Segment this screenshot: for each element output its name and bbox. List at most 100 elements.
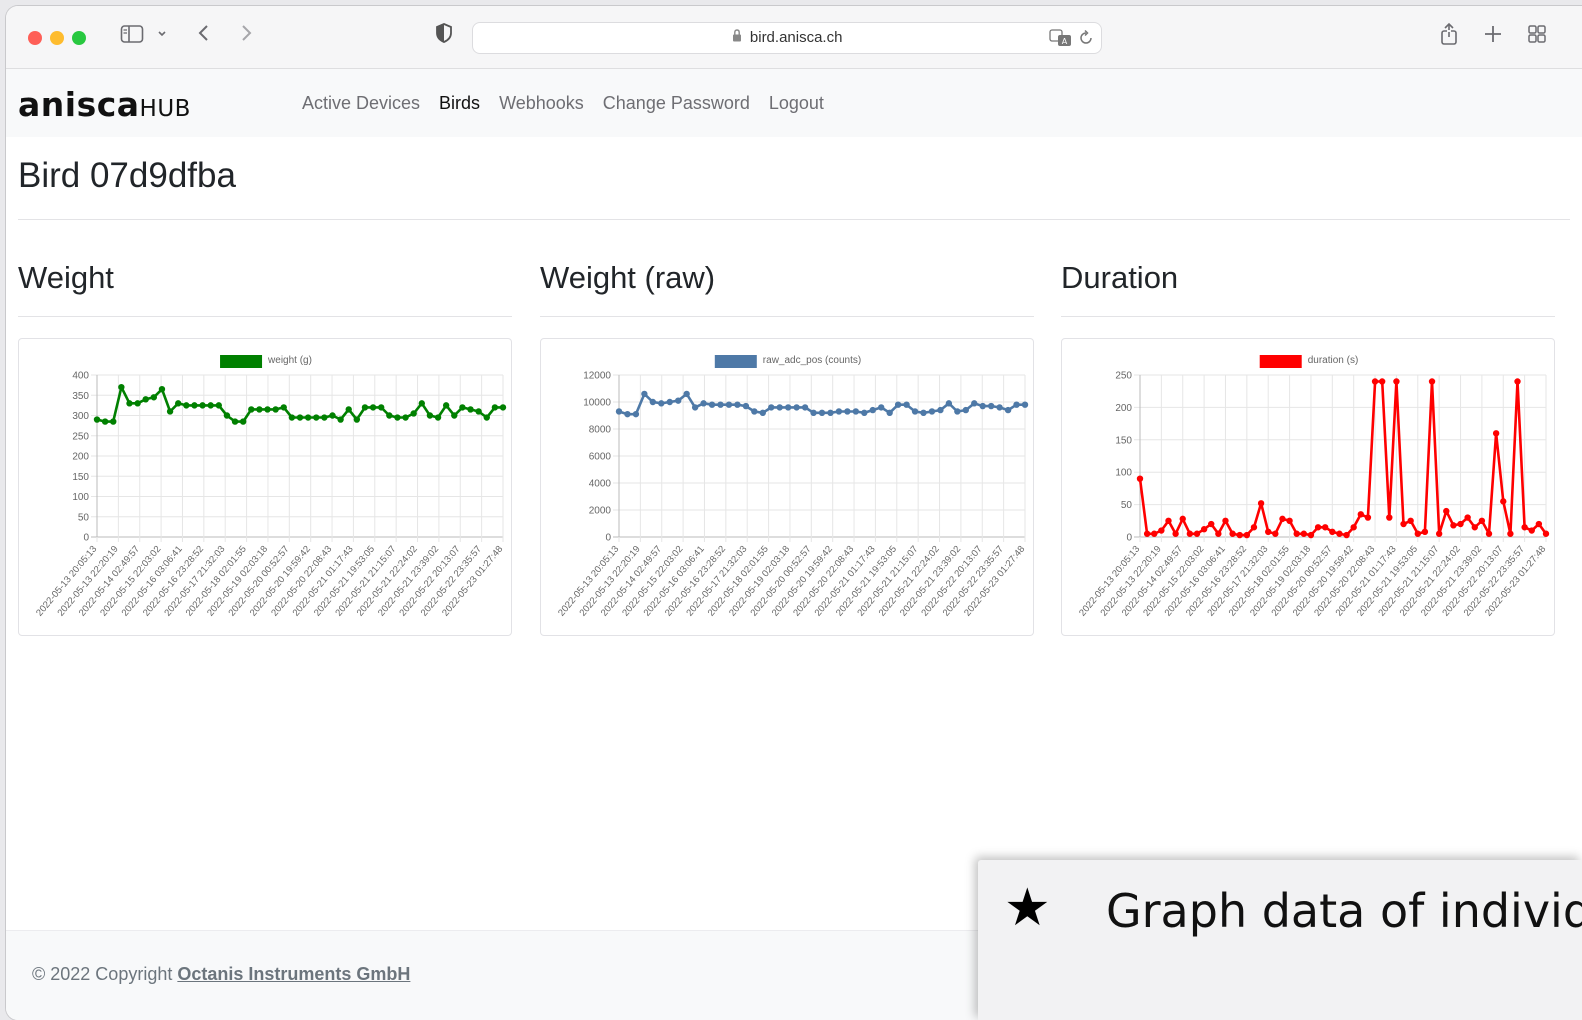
data-point[interactable] — [280, 404, 287, 411]
data-point[interactable] — [174, 400, 182, 407]
data-point[interactable] — [223, 412, 231, 419]
data-point[interactable] — [784, 404, 792, 411]
data-point[interactable] — [475, 408, 482, 415]
data-point[interactable] — [1307, 531, 1315, 539]
data-point[interactable] — [239, 418, 247, 425]
data-point[interactable] — [499, 404, 507, 411]
data-point[interactable] — [1257, 500, 1265, 507]
data-point[interactable] — [691, 404, 699, 411]
data-point[interactable] — [1200, 526, 1208, 533]
data-point[interactable] — [861, 409, 868, 416]
data-point[interactable] — [886, 409, 893, 416]
data-point[interactable] — [928, 408, 936, 415]
data-point[interactable] — [1421, 528, 1429, 536]
data-point[interactable] — [410, 410, 417, 417]
data-point[interactable] — [827, 409, 834, 416]
data-point[interactable] — [1414, 530, 1421, 537]
data-point[interactable] — [1521, 524, 1528, 531]
data-point[interactable] — [1336, 530, 1343, 537]
data-point[interactable] — [418, 400, 425, 407]
data-point[interactable] — [1535, 520, 1543, 528]
data-point[interactable] — [708, 401, 716, 408]
data-point[interactable] — [1193, 530, 1201, 537]
data-point[interactable] — [1464, 514, 1471, 521]
data-point[interactable] — [1357, 511, 1365, 518]
data-point[interactable] — [256, 406, 263, 413]
data-point[interactable] — [632, 410, 640, 418]
data-point[interactable] — [1151, 530, 1158, 537]
data-point[interactable] — [134, 400, 141, 407]
new-tab-icon[interactable] — [1480, 22, 1506, 52]
data-point[interactable] — [852, 408, 860, 415]
data-point[interactable] — [1407, 517, 1414, 524]
forward-icon[interactable] — [234, 22, 258, 52]
data-point[interactable] — [1514, 378, 1521, 385]
data-point[interactable] — [272, 406, 279, 413]
tab-overview-icon[interactable] — [1524, 22, 1550, 52]
data-point[interactable] — [459, 404, 466, 411]
data-point[interactable] — [1021, 401, 1029, 408]
data-point[interactable] — [624, 410, 631, 418]
shield-icon[interactable] — [432, 22, 456, 52]
data-point[interactable] — [649, 398, 657, 406]
data-point[interactable] — [725, 401, 733, 408]
data-point[interactable] — [1321, 524, 1329, 531]
address-bar[interactable]: bird.anisca.ch A — [472, 22, 1102, 54]
data-point[interactable] — [361, 404, 369, 411]
data-point[interactable] — [1143, 530, 1151, 537]
data-point[interactable] — [1507, 530, 1514, 537]
data-point[interactable] — [369, 404, 377, 411]
data-point[interactable] — [451, 412, 458, 419]
data-point[interactable] — [1435, 530, 1443, 537]
data-point[interactable] — [1393, 378, 1400, 385]
footer-company-link[interactable]: Octanis Instruments GmbH — [177, 964, 410, 984]
data-point[interactable] — [683, 390, 690, 398]
data-point[interactable] — [920, 409, 927, 416]
data-point[interactable] — [1208, 520, 1215, 528]
data-point[interactable] — [911, 408, 919, 415]
data-point[interactable] — [759, 409, 766, 416]
data-point[interactable] — [1293, 530, 1300, 537]
nav-link-birds[interactable]: Birds — [439, 91, 480, 115]
sidebar-icon[interactable] — [118, 22, 146, 52]
data-point[interactable] — [675, 397, 682, 404]
data-point[interactable] — [166, 408, 174, 415]
zoom-window-button[interactable] — [72, 31, 86, 45]
data-point[interactable] — [937, 406, 944, 414]
data-point[interactable] — [1272, 530, 1279, 537]
chevron-down-icon[interactable] — [154, 22, 170, 52]
reload-icon[interactable] — [1077, 29, 1095, 52]
data-point[interactable] — [158, 385, 166, 393]
data-point[interactable] — [1236, 531, 1243, 539]
data-point[interactable] — [1371, 378, 1379, 385]
data-point[interactable] — [1179, 515, 1186, 523]
data-point[interactable] — [1250, 524, 1258, 531]
data-point[interactable] — [337, 416, 344, 423]
close-window-button[interactable] — [28, 31, 42, 45]
data-point[interactable] — [987, 402, 995, 410]
data-point[interactable] — [666, 398, 673, 406]
data-point[interactable] — [903, 401, 910, 408]
data-point[interactable] — [394, 414, 401, 421]
nav-link-change-password[interactable]: Change Password — [603, 91, 750, 115]
data-point[interactable] — [835, 408, 843, 415]
data-point[interactable] — [288, 414, 296, 421]
data-point[interactable] — [1378, 378, 1386, 385]
data-point[interactable] — [658, 400, 665, 407]
data-point[interactable] — [1286, 517, 1293, 524]
data-point[interactable] — [717, 401, 724, 408]
data-point[interactable] — [1229, 530, 1236, 537]
data-point[interactable] — [207, 402, 214, 409]
data-point[interactable] — [1265, 528, 1272, 536]
data-point[interactable] — [1478, 517, 1486, 524]
data-point[interactable] — [844, 408, 851, 415]
data-point[interactable] — [1350, 524, 1357, 531]
data-point[interactable] — [1329, 528, 1336, 536]
data-point[interactable] — [231, 418, 239, 425]
data-point[interactable] — [1172, 530, 1179, 537]
data-point[interactable] — [818, 409, 826, 416]
data-point[interactable] — [742, 402, 750, 410]
data-point[interactable] — [700, 400, 707, 407]
data-point[interactable] — [426, 412, 434, 419]
data-point[interactable] — [386, 412, 393, 419]
